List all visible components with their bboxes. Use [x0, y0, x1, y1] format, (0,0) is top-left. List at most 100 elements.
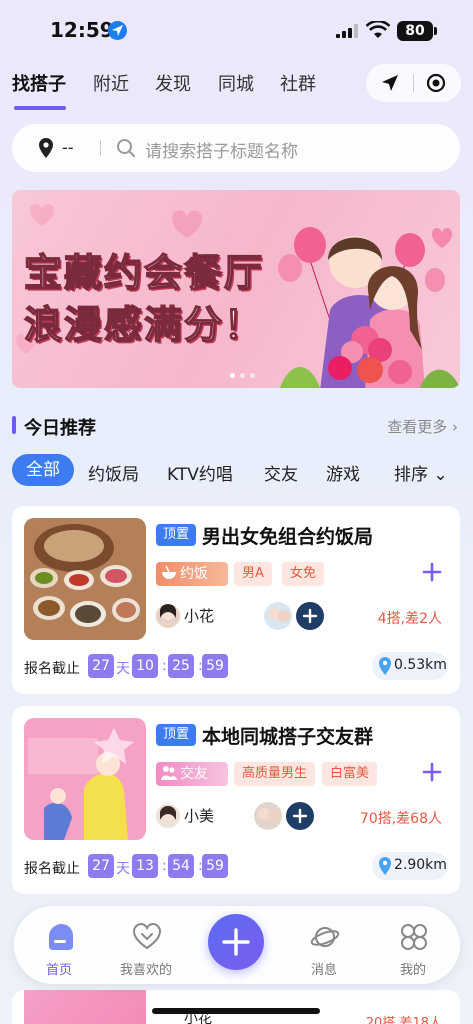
status-bar: 12:59 80	[0, 0, 473, 60]
avatar[interactable]	[156, 604, 180, 628]
banner-pagination	[230, 363, 260, 382]
tab-same-city[interactable]: 同城	[218, 70, 254, 96]
chevron-right-icon: ›	[452, 418, 458, 436]
countdown-minutes: 25	[168, 654, 194, 678]
activity-thumbnail	[24, 990, 146, 1024]
search-divider	[100, 140, 101, 156]
home-icon	[49, 924, 73, 950]
countdown-days: 27	[88, 854, 114, 878]
join-group-button[interactable]	[284, 800, 316, 832]
tag-chip: 男A	[234, 562, 272, 586]
target-icon[interactable]	[426, 73, 446, 93]
tab-community[interactable]: 社群	[280, 70, 316, 96]
location-pin-icon	[379, 857, 391, 875]
sort-dropdown[interactable]: 排序 ⌄	[394, 460, 448, 485]
filter-dinner[interactable]: 约饭局	[88, 460, 139, 485]
tab-home[interactable]: 首页	[24, 906, 94, 984]
create-post-button[interactable]	[208, 914, 264, 970]
search-input[interactable]: 请搜索搭子标题名称	[145, 137, 298, 162]
clover-icon	[401, 924, 427, 950]
activity-card[interactable]: 顶置 男出女免组合约饭局 约饭 男A 女免 小花 4搭,差2人 报名截止 27 …	[12, 506, 460, 694]
tab-find-partner[interactable]: 找搭子	[12, 70, 66, 96]
wifi-icon	[366, 21, 390, 38]
view-more-link[interactable]: 查看更多 ›	[387, 416, 458, 437]
section-title: 今日推荐	[24, 418, 96, 439]
countdown-seconds: 59	[202, 854, 228, 878]
battery-indicator: 80	[397, 21, 433, 41]
section-accent-bar	[12, 416, 16, 434]
countdown-minutes: 54	[168, 854, 194, 878]
activity-card-peek[interactable]: 小花 20搭,差18人	[12, 990, 460, 1024]
tab-discover[interactable]: 发现	[155, 70, 191, 96]
navigation-arrow-icon[interactable]	[380, 73, 400, 93]
chevron-down-icon: ⌄	[433, 465, 448, 485]
filter-friends[interactable]: 交友	[264, 460, 298, 485]
avatar[interactable]	[156, 804, 180, 828]
people-icon	[161, 766, 177, 780]
category-filters: 全部 约饭局 KTV约唱 交友 游戏 排序 ⌄	[12, 454, 460, 488]
battery-cap	[434, 27, 437, 35]
banner-headline-2: 浪漫感满分！	[23, 302, 265, 348]
category-chip: 交友	[156, 762, 228, 786]
bottom-tab-bar: 首页 我喜欢的 消息 我的	[14, 906, 460, 984]
banner-headline-1: 宝藏约会餐厅	[23, 250, 265, 296]
countdown-day-unit: 天	[116, 661, 130, 677]
planet-icon	[310, 927, 340, 947]
countdown-hours: 10	[132, 654, 158, 678]
search-icon	[117, 139, 135, 157]
location-pin-icon	[379, 657, 391, 675]
member-count: 20搭,差18人	[365, 1016, 442, 1024]
card-title: 本地同城搭子交友群	[202, 726, 374, 748]
cellular-signal-icon	[336, 24, 358, 38]
activity-thumbnail	[24, 518, 146, 640]
username: 小花	[184, 607, 215, 625]
search-bar[interactable]: -- 请搜索搭子标题名称	[12, 124, 460, 172]
countdown-days: 27	[88, 654, 114, 678]
countdown-day-unit: 天	[116, 861, 130, 877]
home-indicator	[152, 1008, 320, 1014]
tag-chip: 高质量男生	[234, 762, 316, 786]
member-count: 4搭,差2人	[377, 611, 442, 627]
filter-all[interactable]: 全部	[12, 454, 74, 486]
promo-banner[interactable]: 宝藏约会餐厅 浪漫感满分！	[12, 190, 460, 388]
tag-chip: 女免	[282, 562, 325, 586]
username: 小美	[184, 807, 215, 825]
location-services-icon	[108, 21, 127, 40]
tab-mine[interactable]: 我的	[378, 906, 448, 984]
category-chip: 约饭	[156, 562, 228, 586]
tab-favorites[interactable]: 我喜欢的	[111, 906, 181, 984]
activity-card[interactable]: 顶置 本地同城搭子交友群 交友 高质量男生 白富美 小美 70搭,差68人 报名…	[12, 706, 460, 894]
location-pin-icon[interactable]	[38, 138, 54, 158]
tag-chip: 白富美	[322, 762, 378, 786]
distance-badge: 0.53km	[372, 652, 448, 680]
deadline-label: 报名截止	[24, 661, 80, 677]
filter-ktv[interactable]: KTV约唱	[167, 460, 233, 485]
tool-divider	[413, 74, 414, 92]
active-tab-indicator	[14, 106, 66, 110]
tab-nearby[interactable]: 附近	[93, 70, 129, 96]
plus-icon	[222, 928, 250, 956]
join-group-button[interactable]	[294, 600, 326, 632]
countdown-seconds: 59	[202, 654, 228, 678]
activity-thumbnail	[24, 718, 146, 840]
couple-illustration	[278, 227, 460, 388]
member-avatar	[252, 800, 284, 832]
countdown-hours: 13	[132, 854, 158, 878]
top-tools	[366, 64, 461, 102]
member-count: 70搭,差68人	[359, 811, 442, 827]
tab-messages[interactable]: 消息	[289, 906, 359, 984]
filter-games[interactable]: 游戏	[326, 460, 360, 485]
heart-icon	[132, 922, 162, 950]
status-time: 12:59	[50, 18, 114, 42]
section-header: 今日推荐 查看更多 ›	[12, 412, 460, 440]
card-title: 男出女免组合约饭局	[202, 526, 374, 548]
bowl-icon	[162, 565, 176, 579]
pinned-badge: 顶置	[156, 524, 196, 546]
add-icon[interactable]	[422, 762, 442, 782]
pinned-badge: 顶置	[156, 724, 196, 746]
member-avatar	[262, 600, 294, 632]
city-selector[interactable]: --	[62, 138, 74, 157]
deadline-label: 报名截止	[24, 861, 80, 877]
distance-badge: 2.90km	[372, 852, 448, 880]
add-icon[interactable]	[422, 562, 442, 582]
